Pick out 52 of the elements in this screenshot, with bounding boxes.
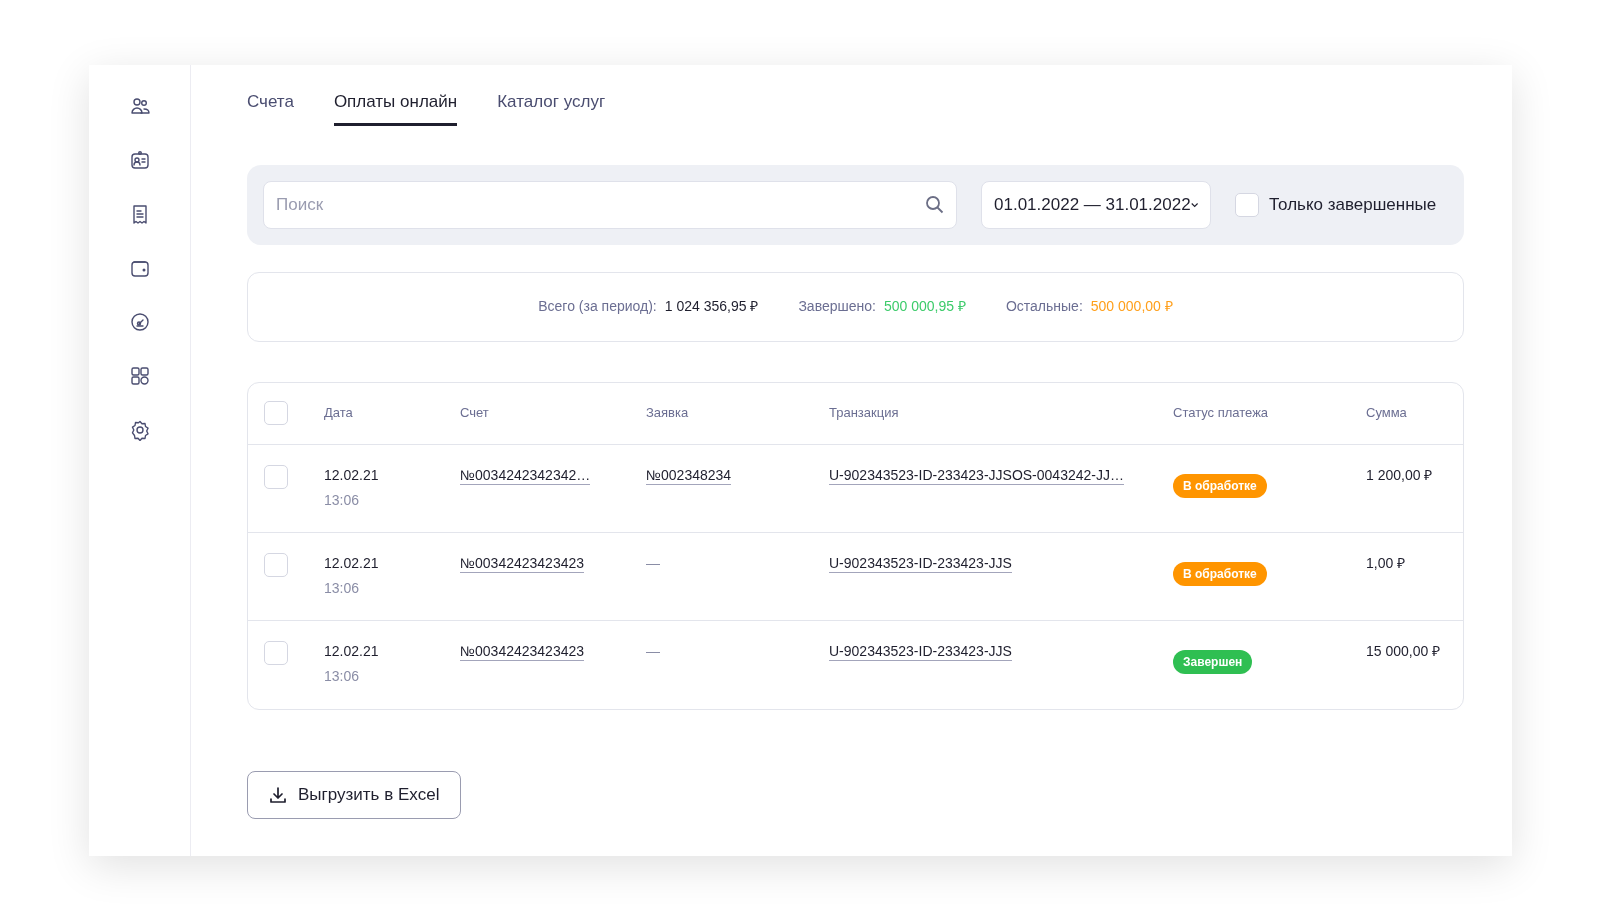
summary-label: Завершено:	[798, 297, 876, 316]
summary-label: Остальные:	[1005, 297, 1083, 316]
transaction-link[interactable]: U-902343523-ID-233423-JJS	[829, 554, 1012, 573]
amount-text: 15 000,00 ₽	[1366, 642, 1441, 659]
tab[interactable]: Оплаты онлайн	[333, 89, 458, 126]
date-text: 12.02.21	[324, 465, 380, 485]
request-text: —	[646, 642, 660, 659]
id-badge-icon[interactable]	[128, 149, 151, 171]
time-text: 13:06	[324, 490, 361, 510]
checkbox-label: Только завершенные	[1269, 193, 1437, 216]
summary-value: 500 000,00 ₽	[1090, 297, 1173, 316]
status-badge: В обработке	[1173, 561, 1267, 586]
checkbox[interactable]	[264, 640, 288, 665]
column-header: Заявка	[646, 404, 690, 423]
column-header: Дата	[324, 404, 354, 423]
checkbox[interactable]	[264, 401, 288, 425]
amount-text: 1 200,00 ₽	[1366, 466, 1433, 483]
column-header: Сумма	[1366, 404, 1408, 423]
column-header: Счет	[460, 404, 490, 423]
checkbox[interactable]	[264, 464, 288, 489]
invoice-link[interactable]: №00342423423423	[460, 642, 585, 661]
amount-text: 1,00 ₽	[1366, 554, 1406, 571]
summary-value: 1 024 356,95 ₽	[664, 297, 759, 316]
date-text: 12.02.21	[324, 641, 380, 661]
status-badge: В обработке	[1173, 473, 1267, 498]
search-icon	[925, 194, 945, 215]
request-text: —	[646, 554, 660, 571]
summary-value: 500 000,95 ₽	[883, 297, 966, 316]
tab[interactable]: Каталог услуг	[497, 89, 606, 126]
summary-label: Всего (за период):	[538, 297, 657, 316]
transaction-link[interactable]: U-902343523-ID-233423-JJSOS-0043242-JJ…	[829, 466, 1124, 485]
request-link[interactable]: №002348234	[646, 466, 732, 485]
date-text: 12.02.21	[324, 553, 380, 573]
download-icon	[268, 784, 288, 805]
checkbox[interactable]	[264, 552, 288, 577]
chevron-icon	[1190, 201, 1198, 208]
status-badge: Завершен	[1173, 649, 1253, 674]
time-text: 13:06	[324, 578, 361, 598]
search-field[interactable]: Поиск	[263, 180, 957, 229]
users-icon[interactable]	[128, 95, 151, 117]
tab[interactable]: Счета	[247, 89, 294, 126]
export-button[interactable]: Выгрузить в Excel	[247, 770, 461, 819]
column-header: Транзакция	[829, 404, 900, 423]
invoice-link[interactable]: №00342423423423	[460, 554, 585, 573]
column-header: Статус платежа	[1173, 404, 1270, 423]
transaction-link[interactable]: U-902343523-ID-233423-JJS	[829, 642, 1012, 661]
invoice-link[interactable]: №0034242342342…	[460, 466, 591, 485]
checkbox[interactable]	[1235, 192, 1259, 217]
grid-icon[interactable]	[128, 365, 151, 387]
date-range-dropdown[interactable]: 01.01.2022 — 31.01.2022	[981, 180, 1211, 229]
gauge-icon[interactable]	[128, 311, 151, 333]
time-text: 13:06	[324, 666, 361, 686]
